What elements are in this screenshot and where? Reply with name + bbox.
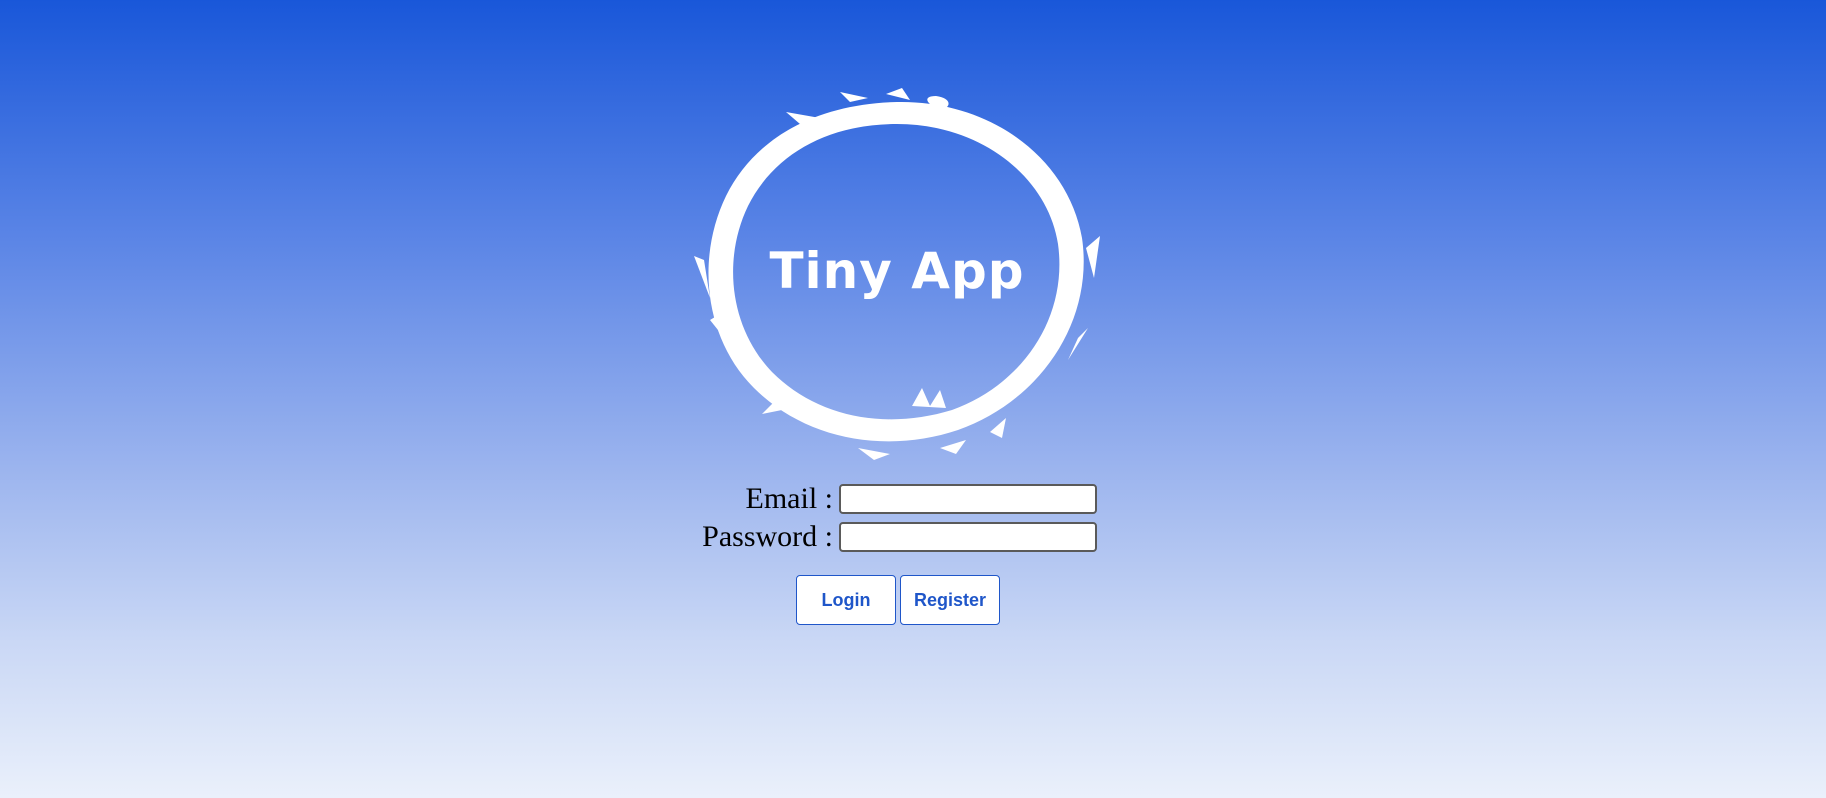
login-form: Email : Password : xyxy=(690,480,1104,556)
email-field[interactable] xyxy=(839,484,1097,514)
app-title: Tiny App xyxy=(769,242,1025,300)
login-button[interactable]: Login xyxy=(796,575,896,625)
email-row: Email : xyxy=(690,480,1097,518)
app-logo: Tiny App xyxy=(690,88,1104,468)
password-field[interactable] xyxy=(839,522,1097,552)
password-row: Password : xyxy=(690,518,1097,556)
register-button[interactable]: Register xyxy=(900,575,1000,625)
email-label: Email : xyxy=(745,482,833,515)
button-group: Login Register xyxy=(796,575,1000,625)
password-label: Password : xyxy=(702,520,833,553)
